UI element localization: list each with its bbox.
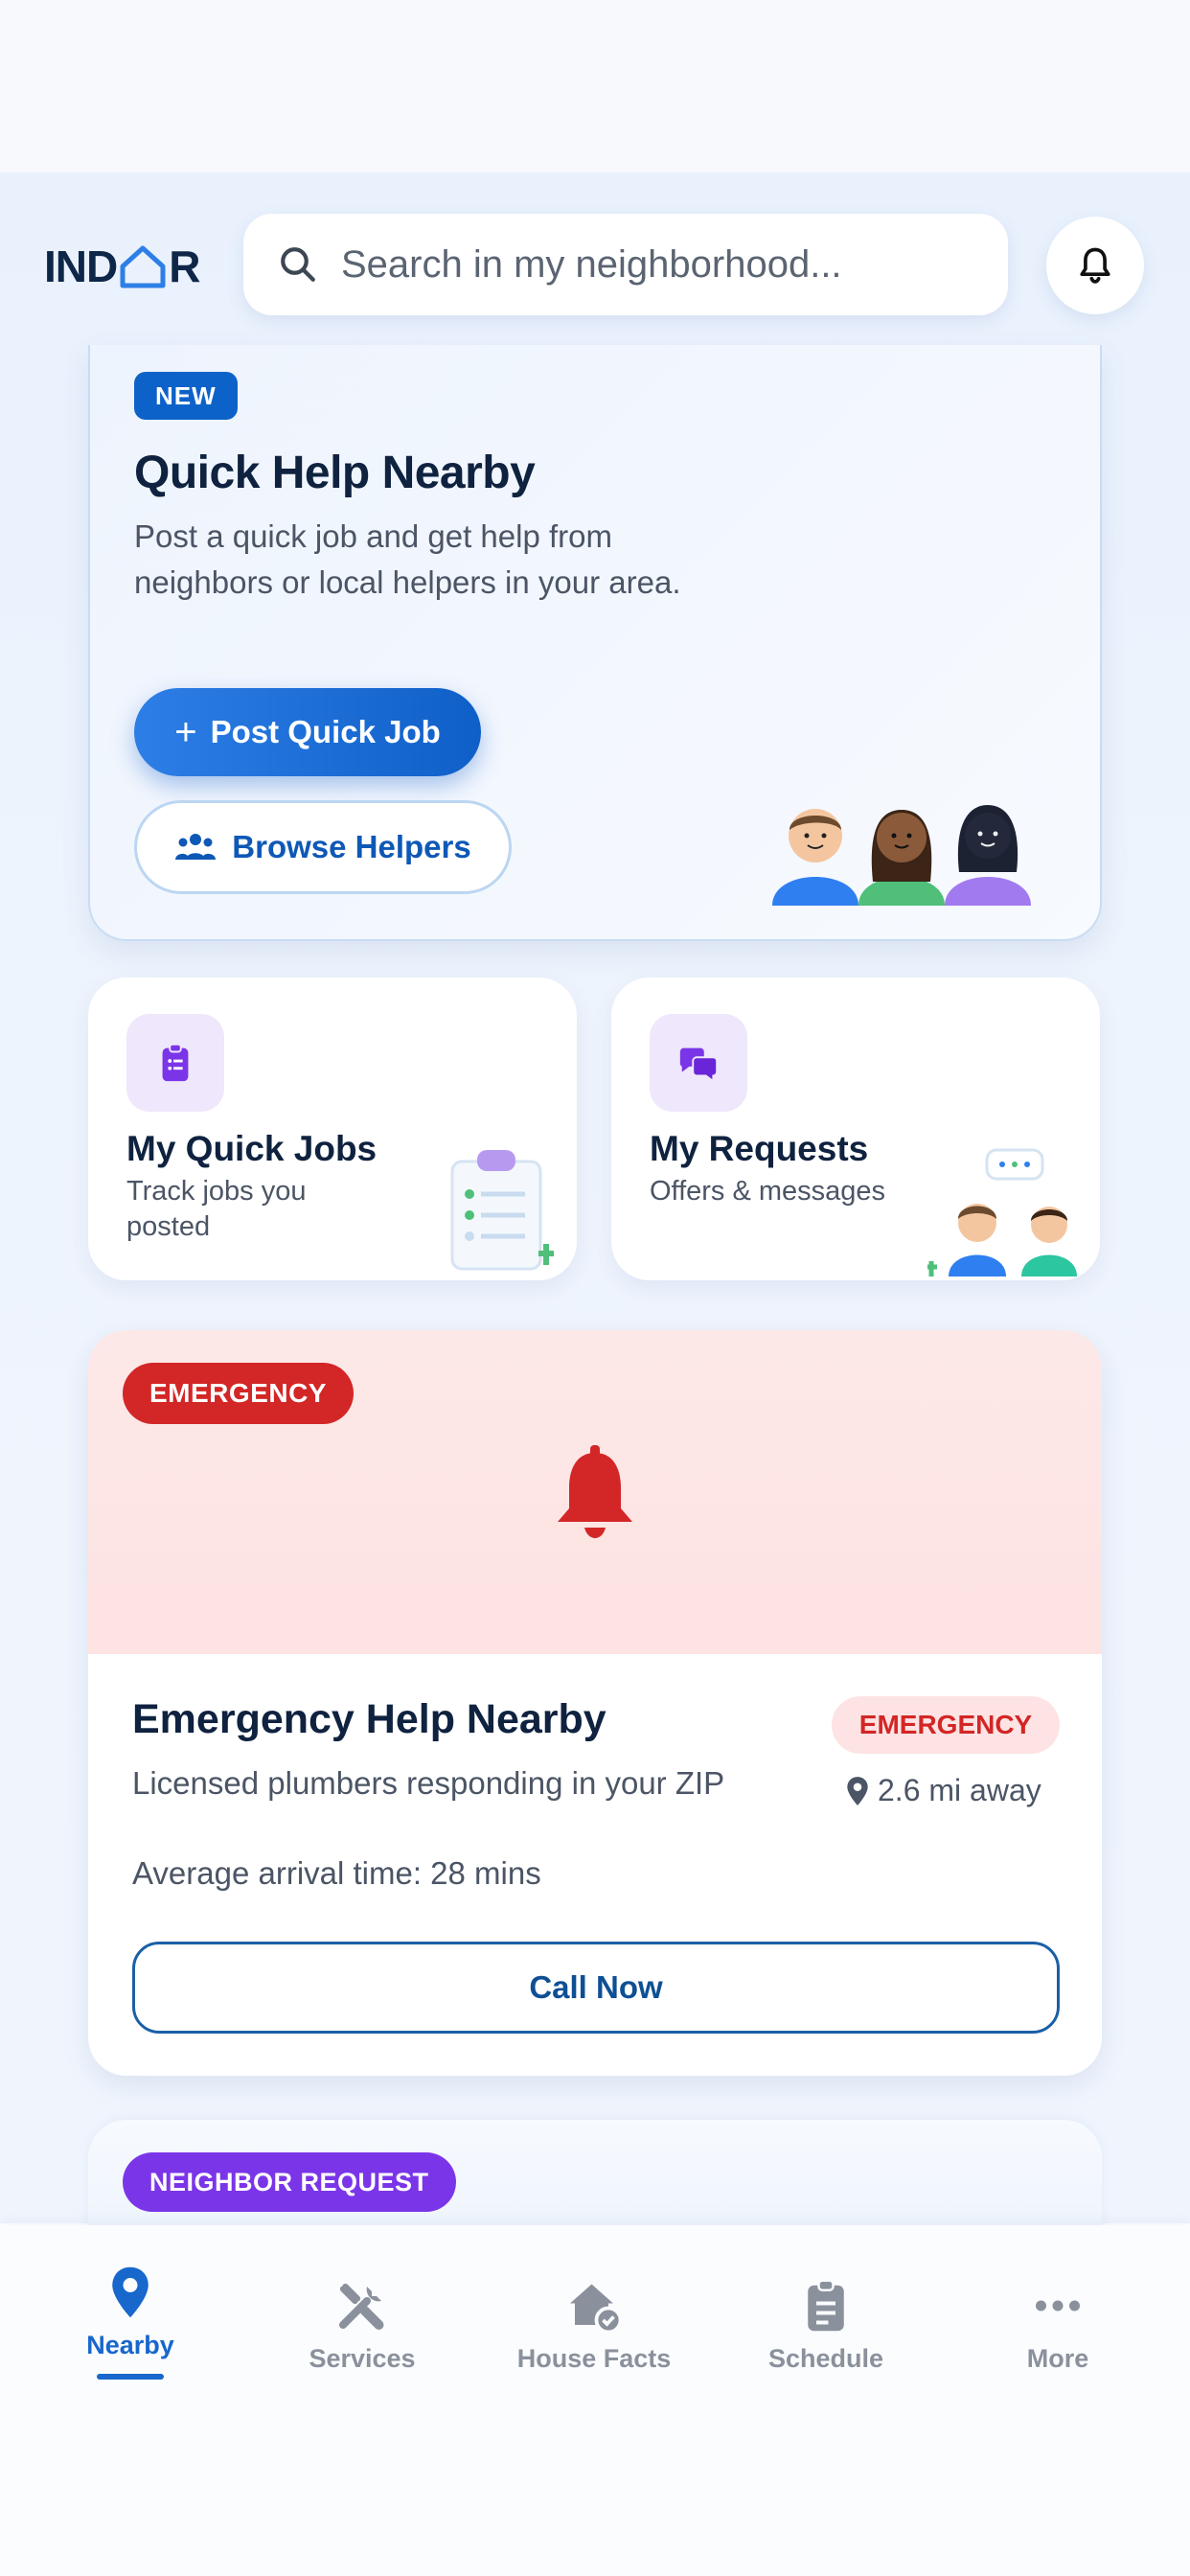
browse-helpers-label: Browse Helpers <box>232 829 471 864</box>
chat-bubbles-icon <box>650 1014 747 1112</box>
nav-label-more: More <box>1026 2344 1089 2373</box>
my-quick-jobs-card[interactable]: My Quick Jobs Track jobs you posted <box>88 978 577 1280</box>
nav-label-schedule: Schedule <box>767 2344 884 2373</box>
emergency-title: Emergency Help Nearby <box>132 1696 606 1742</box>
app-logo: IND R <box>44 240 200 293</box>
my-quick-jobs-title: My Quick Jobs <box>126 1129 378 1168</box>
quick-help-card: NEW Quick Help Nearby Post a quick job a… <box>88 345 1102 941</box>
nav-label-nearby: Nearby <box>86 2331 174 2359</box>
nav-label-house-facts: House Facts <box>516 2344 672 2373</box>
emergency-description: Licensed plumbers responding in your ZIP <box>132 1765 725 1801</box>
neighbors-illustration <box>772 805 1031 906</box>
clipboard-icon <box>808 2279 844 2332</box>
checklist-illustration <box>450 1150 554 1271</box>
search-icon <box>281 247 315 282</box>
plus-icon: + <box>174 710 197 753</box>
my-requests-subtitle: Offers & messages <box>650 1176 886 1207</box>
my-requests-card[interactable]: My Requests Offers & messages <box>611 978 1100 1280</box>
helpers-chat-illustration <box>927 1148 1077 1276</box>
distance-label: 2.6 mi away <box>878 1773 1041 1807</box>
nav-item-services[interactable]: Services <box>266 2277 458 2374</box>
call-now-button[interactable]: Call Now <box>132 1942 1060 2034</box>
location-pin-icon <box>112 2266 149 2318</box>
emergency-banner: EMERGENCY <box>88 1330 1102 1654</box>
house-logo-icon <box>120 245 166 288</box>
people-group-icon <box>175 834 217 860</box>
search-input[interactable] <box>341 242 993 287</box>
clipboard-list-icon <box>126 1014 224 1112</box>
active-tab-indicator <box>97 2374 164 2380</box>
browse-helpers-button[interactable]: Browse Helpers <box>134 800 512 894</box>
quick-help-description: Post a quick job and get help from neigh… <box>134 518 681 600</box>
logo-text-right: R <box>169 242 200 291</box>
nav-item-nearby[interactable]: Nearby <box>34 2264 226 2380</box>
distance-indicator: 2.6 mi away <box>845 1773 1041 1808</box>
arrival-time: Average arrival time: 28 mins <box>132 1855 541 1891</box>
logo-text-left: IND <box>44 242 118 291</box>
house-check-icon <box>570 2284 623 2334</box>
search-bar[interactable] <box>243 214 1008 315</box>
nav-item-more[interactable]: More <box>962 2277 1154 2374</box>
emergency-help-card[interactable]: EMERGENCY Emergency Help Nearby Licensed… <box>88 1330 1102 2076</box>
notifications-button[interactable] <box>1046 217 1144 314</box>
status-bar-area <box>0 0 1190 172</box>
nav-label-services: Services <box>309 2344 416 2373</box>
new-badge: NEW <box>134 372 238 420</box>
post-quick-job-label: Post Quick Job <box>210 714 441 749</box>
post-quick-job-button[interactable]: + Post Quick Job <box>134 688 481 776</box>
my-quick-jobs-subtitle: Track jobs you posted <box>126 1176 307 1242</box>
my-requests-title: My Requests <box>650 1129 869 1168</box>
tools-icon <box>339 2283 384 2330</box>
nav-item-house-facts[interactable]: House Facts <box>498 2277 690 2374</box>
nav-item-schedule[interactable]: Schedule <box>730 2277 922 2374</box>
quick-help-title: Quick Help Nearby <box>134 448 536 498</box>
bottom-navigation: Nearby Services House Facts Schedule Mor… <box>0 2225 1190 2576</box>
emergency-badge: EMERGENCY <box>123 1363 354 1424</box>
map-pin-icon <box>847 1776 868 1806</box>
neighbor-request-badge: NEIGHBOR REQUEST <box>123 2152 456 2212</box>
emergency-status-pill: EMERGENCY <box>832 1696 1060 1754</box>
more-dots-icon <box>1036 2300 1080 2312</box>
alarm-bell-icon <box>558 1445 632 1538</box>
bell-icon <box>1080 247 1110 284</box>
